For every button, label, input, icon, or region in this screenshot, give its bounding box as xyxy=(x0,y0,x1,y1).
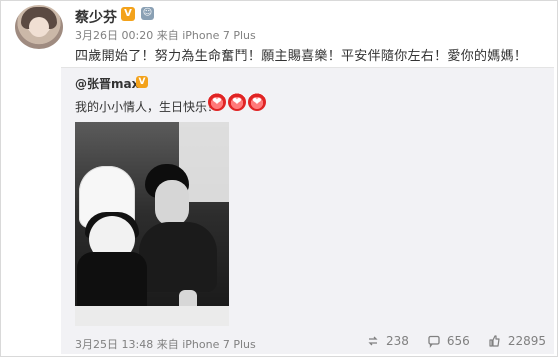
heart-emojis: ❤ ❤ ❤ xyxy=(208,93,266,111)
repost-text: 我的小小情人，生日快乐！ xyxy=(75,100,220,114)
photo-child-body xyxy=(77,252,147,312)
repost-photo[interactable] xyxy=(75,122,229,326)
repost-source[interactable]: iPhone 7 Plus xyxy=(182,338,256,351)
comment-count: 656 xyxy=(446,334,470,348)
like-icon xyxy=(488,334,502,348)
avatar-face xyxy=(29,17,49,37)
avatar[interactable] xyxy=(15,5,63,49)
photo-man-body xyxy=(139,222,217,292)
repost-meta: 3月25日 13:48 来自 iPhone 7 Plus xyxy=(75,336,256,352)
post-source[interactable]: iPhone 7 Plus xyxy=(182,29,256,42)
post-author-name[interactable]: 蔡少芬 xyxy=(75,7,117,27)
post-source-prefix: 来自 xyxy=(156,29,179,42)
comment-icon xyxy=(427,334,441,348)
post-meta: 3月26日 00:20 来自 iPhone 7 Plus xyxy=(75,27,256,43)
like-button[interactable]: 22895 xyxy=(488,334,546,348)
like-count: 22895 xyxy=(507,334,546,348)
repost-button[interactable]: 238 xyxy=(366,334,409,348)
reposted-content: @张晋max V 我的小小情人，生日快乐！ ❤ ❤ ❤ 3月25日 13:48 … xyxy=(61,67,554,354)
post-timestamp[interactable]: 3月26日 00:20 xyxy=(75,29,153,42)
verified-badge-icon: V xyxy=(121,7,135,21)
photo-man-face xyxy=(155,180,189,226)
photo-table xyxy=(75,306,229,326)
verified-badge-icon: V xyxy=(136,76,148,88)
post-text: 四歲開始了！努力為生命奮鬥！願主賜喜樂！平安伴隨你左右！愛你的媽媽！ xyxy=(75,49,528,64)
repost-source-prefix: 来自 xyxy=(156,338,179,351)
comment-button[interactable]: 656 xyxy=(427,334,470,348)
repost-timestamp[interactable]: 3月25日 13:48 xyxy=(75,338,153,351)
heart-emoji-icon: ❤ xyxy=(208,93,226,111)
repost-count: 238 xyxy=(386,334,409,348)
heart-emoji-icon: ❤ xyxy=(228,93,246,111)
repost-icon xyxy=(366,334,380,348)
repost-author-name[interactable]: @张晋max xyxy=(75,75,139,92)
weibo-robot-icon: ☺ xyxy=(141,7,154,20)
heart-emoji-icon: ❤ xyxy=(248,93,266,111)
repost-actions: 238 656 22895 xyxy=(366,334,546,348)
